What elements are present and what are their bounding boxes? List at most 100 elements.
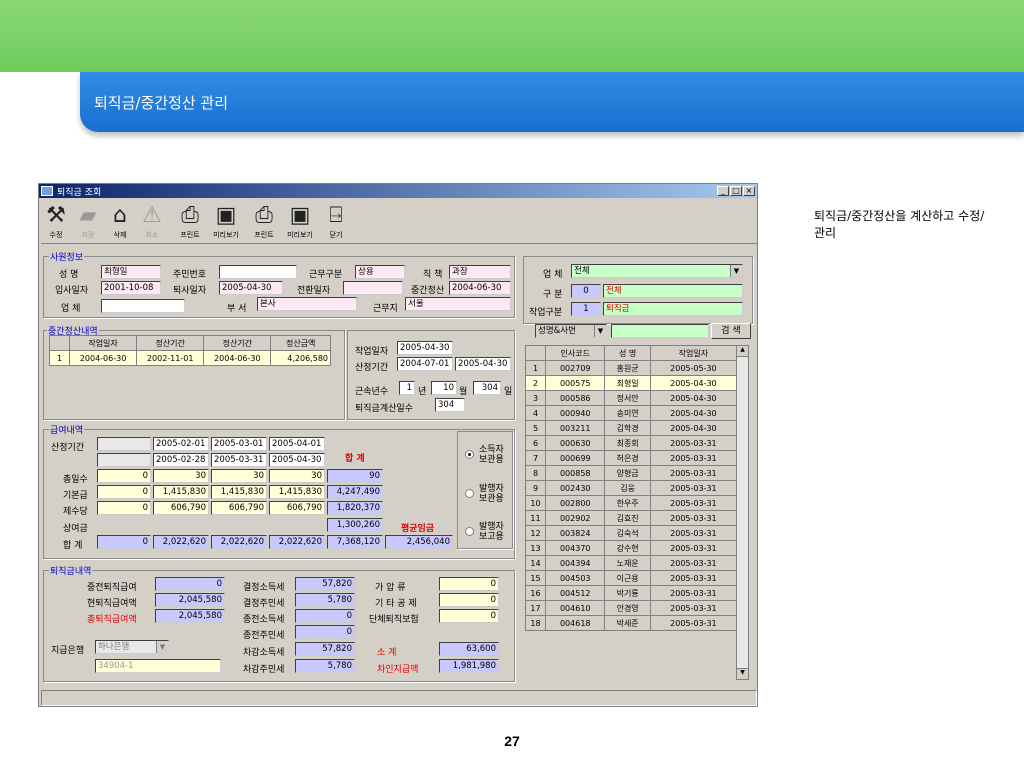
net-resident-tax-field[interactable]: 5,780 xyxy=(295,659,355,673)
close-form-button[interactable]: ⍈ 닫기 xyxy=(323,202,349,242)
search-type-field[interactable]: 전체 xyxy=(603,284,743,298)
site-field[interactable]: 서울 xyxy=(405,297,511,311)
radio-issuer-copy[interactable] xyxy=(465,489,474,498)
days-cell[interactable]: 30 xyxy=(211,469,267,483)
prev-resident-tax-field[interactable]: 0 xyxy=(295,625,355,639)
base-cell[interactable]: 1,415,830 xyxy=(269,485,325,499)
leave-date-field[interactable]: 2005-04-30 xyxy=(219,281,283,295)
cancel-button[interactable]: ⚠ 취소 xyxy=(139,202,165,242)
table-row[interactable]: 7 000699 허은경 2005-03-31 xyxy=(525,450,738,466)
prev-retire-field[interactable]: 0 xyxy=(155,577,225,591)
table-row[interactable]: 11 002902 김효진 2005-03-31 xyxy=(525,510,738,526)
search-button[interactable]: 검 색 xyxy=(711,323,751,339)
table-row[interactable]: 15 004503 이근용 2005-03-31 xyxy=(525,570,738,586)
avg-wage-field[interactable]: 2,456,040 xyxy=(385,535,453,549)
sum-cell[interactable]: 0 xyxy=(97,535,151,549)
table-row[interactable]: 1 2004-06-30 2002-11-01 2004-06-30 4,206,580 xyxy=(49,350,331,366)
bank-select[interactable]: 하나은행 ▼ xyxy=(95,640,169,654)
allow-cell[interactable]: 606,790 xyxy=(211,501,267,515)
scroll-down-icon[interactable]: ▼ xyxy=(737,668,748,679)
table-row[interactable]: 17 004610 안경영 2005-03-31 xyxy=(525,600,738,616)
table-row[interactable]: 5 003211 김학경 2005-04-30 xyxy=(525,420,738,436)
table-row[interactable]: 13 004370 강수현 2005-03-31 xyxy=(525,540,738,556)
days-field[interactable]: 304 xyxy=(473,381,501,395)
radio-issuer-report[interactable] xyxy=(465,527,474,536)
table-row[interactable]: 10 002800 한우주 2005-03-31 xyxy=(525,495,738,511)
table-row[interactable]: 14 004394 노재운 2005-03-31 xyxy=(525,555,738,571)
scroll-up-icon[interactable]: ▲ xyxy=(737,346,748,357)
preview-button-2[interactable]: ▣ 미리보기 xyxy=(283,202,317,242)
table-row[interactable]: 18 004618 박세준 2005-03-31 xyxy=(525,615,738,631)
det-resident-tax-field[interactable]: 5,780 xyxy=(295,593,355,607)
position-field[interactable]: 과장 xyxy=(449,265,511,279)
table-row[interactable]: 9 002430 김웅 2005-03-31 xyxy=(525,480,738,496)
days-total[interactable]: 90 xyxy=(327,469,383,483)
dept-field[interactable]: 본사 xyxy=(257,297,357,311)
name-field[interactable]: 최형일 xyxy=(101,265,161,279)
days-cell[interactable]: 30 xyxy=(153,469,209,483)
total-retire-field[interactable]: 2,045,580 xyxy=(155,609,225,623)
table-row[interactable]: 16 004512 박기룡 2005-03-31 xyxy=(525,585,738,601)
minimize-button[interactable]: _ xyxy=(717,186,729,196)
work-date-field[interactable]: 2005-04-30 xyxy=(397,341,453,355)
bonus-total[interactable]: 1,300,260 xyxy=(327,518,383,532)
save-button[interactable]: ▰ 저장 xyxy=(75,202,101,242)
print-button-2[interactable]: ⎙ 프린트 xyxy=(249,202,279,242)
worktype-field[interactable]: 상용 xyxy=(355,265,405,279)
base-total[interactable]: 4,247,490 xyxy=(327,485,383,499)
cur-retire-field[interactable]: 2,045,580 xyxy=(155,593,225,607)
radio-earner-copy[interactable] xyxy=(465,450,474,459)
mid-date-field[interactable]: 2004-06-30 xyxy=(449,281,511,295)
prev-income-tax-field[interactable]: 0 xyxy=(295,609,355,623)
jumin-field[interactable] xyxy=(219,265,297,279)
join-date-field[interactable]: 2001-10-08 xyxy=(101,281,161,295)
other-deduct-field[interactable]: 0 xyxy=(439,593,499,607)
allow-cell[interactable]: 606,790 xyxy=(153,501,209,515)
pay-from-3[interactable]: 2005-04-01 xyxy=(269,437,325,451)
search-work-field[interactable]: 퇴직금 xyxy=(603,302,743,316)
pay-to-3[interactable]: 2005-04-30 xyxy=(269,453,325,467)
net-pay-field[interactable]: 1,981,980 xyxy=(439,659,499,673)
calc-days-field[interactable]: 304 xyxy=(435,398,465,412)
table-row[interactable]: 6 000630 최종회 2005-03-31 xyxy=(525,435,738,451)
sum-cell[interactable]: 2,022,620 xyxy=(153,535,209,549)
allow-cell[interactable]: 0 xyxy=(97,501,151,515)
pay-to-1[interactable]: 2005-02-28 xyxy=(153,453,209,467)
company-field[interactable] xyxy=(101,299,185,313)
years-field[interactable]: 1 xyxy=(399,381,415,395)
pay-from-2[interactable]: 2005-03-01 xyxy=(211,437,267,451)
maximize-button[interactable]: □ xyxy=(730,186,742,196)
pay-period-blank-1[interactable] xyxy=(97,437,151,451)
search-input[interactable] xyxy=(611,324,709,338)
allow-total[interactable]: 1,820,370 xyxy=(327,501,383,515)
table-row[interactable]: 12 003824 김숙석 2005-03-31 xyxy=(525,525,738,541)
print-button[interactable]: ⎙ 프린트 xyxy=(175,202,205,242)
table-row[interactable]: 2 000575 최형일 2005-04-30 xyxy=(525,375,738,391)
search-company-select[interactable]: 전체 ▼ xyxy=(571,264,743,278)
search-mode-select[interactable]: 성명&사번 ▼ xyxy=(535,324,607,338)
pay-period-blank-2[interactable] xyxy=(97,453,151,467)
delete-button[interactable]: ⌂ 삭제 xyxy=(107,202,133,242)
det-income-tax-field[interactable]: 57,820 xyxy=(295,577,355,591)
base-cell[interactable]: 1,415,830 xyxy=(153,485,209,499)
months-field[interactable]: 10 xyxy=(431,381,457,395)
days-cell[interactable]: 30 xyxy=(269,469,325,483)
sum-total[interactable]: 7,368,120 xyxy=(327,535,383,549)
base-cell[interactable]: 0 xyxy=(97,485,151,499)
group-insurance-field[interactable]: 0 xyxy=(439,609,499,623)
account-field[interactable]: 34904-1 xyxy=(95,659,221,673)
period-to-field[interactable]: 2005-04-30 xyxy=(455,357,511,371)
pay-to-2[interactable]: 2005-03-31 xyxy=(211,453,267,467)
days-cell[interactable]: 0 xyxy=(97,469,151,483)
period-from-field[interactable]: 2004-07-01 xyxy=(397,357,453,371)
base-cell[interactable]: 1,415,830 xyxy=(211,485,267,499)
search-work-code[interactable]: 1 xyxy=(571,302,601,316)
close-button[interactable]: × xyxy=(743,186,755,196)
table-row[interactable]: 1 002709 홍원균 2005-05-30 xyxy=(525,360,738,376)
edit-button[interactable]: ⚒ 수정 xyxy=(43,202,69,242)
grid-scrollbar[interactable]: ▲ ▼ xyxy=(736,345,749,680)
seizure-field[interactable]: 0 xyxy=(439,577,499,591)
pay-from-1[interactable]: 2005-02-01 xyxy=(153,437,209,451)
table-row[interactable]: 3 000586 정서안 2005-04-30 xyxy=(525,390,738,406)
transfer-date-field[interactable] xyxy=(343,281,403,295)
